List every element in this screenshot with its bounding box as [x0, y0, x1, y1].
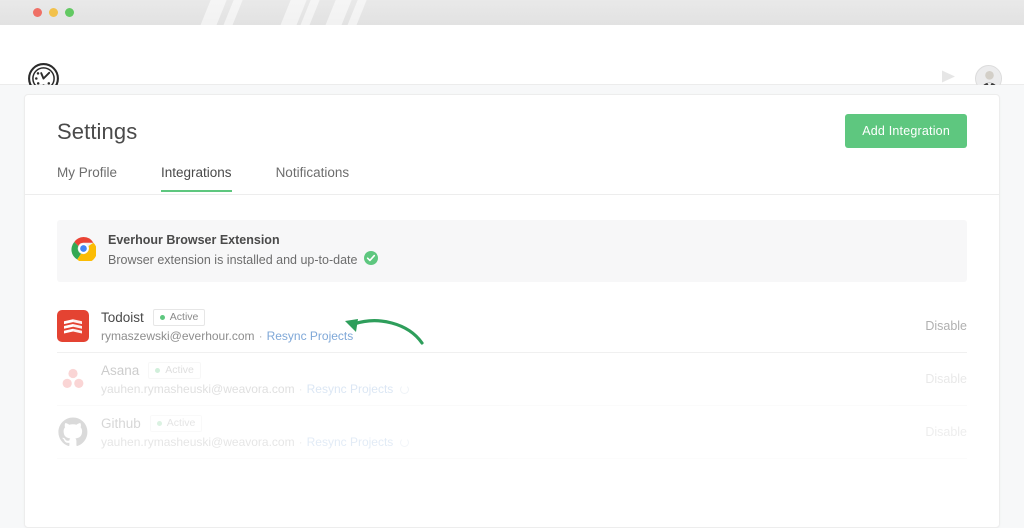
- integration-row-todoist: Todoist Active rymaszewski@everhour.com …: [57, 300, 967, 353]
- integration-name: Asana: [101, 363, 140, 378]
- integration-name: Github: [101, 416, 141, 431]
- window-maximize-button[interactable]: [65, 8, 74, 17]
- integration-name: Todoist: [101, 310, 144, 325]
- sync-spinner-icon: [400, 384, 410, 394]
- status-badge: Active: [148, 362, 201, 379]
- chrome-icon: [71, 236, 97, 266]
- extension-subtitle: Browser extension is installed and up-to…: [108, 253, 358, 267]
- disable-link[interactable]: Disable: [925, 319, 967, 333]
- asana-icon: [57, 363, 89, 395]
- resync-projects-link[interactable]: Resync Projects: [307, 382, 394, 396]
- status-dot-icon: [155, 367, 161, 373]
- integration-body: Asana Active yauhen.rymasheuski@weavora.…: [101, 362, 410, 396]
- integration-title-line: Todoist Active: [101, 309, 353, 326]
- extension-title: Everhour Browser Extension: [108, 233, 280, 247]
- integration-body: Todoist Active rymaszewski@everhour.com …: [101, 309, 353, 343]
- status-label: Active: [165, 364, 194, 376]
- check-circle-icon: [364, 251, 379, 270]
- integration-row-github: Github Active yauhen.rymasheuski@weavora…: [57, 406, 967, 459]
- resync-projects-link[interactable]: Resync Projects: [307, 435, 394, 449]
- browser-title-bar: [0, 0, 1024, 25]
- settings-tabs: My Profile Integrations Notifications: [57, 165, 999, 192]
- tab-notifications[interactable]: Notifications: [276, 165, 350, 192]
- extension-subtitle-row: Browser extension is installed and up-to…: [108, 251, 379, 270]
- page-title: Settings: [57, 119, 138, 144]
- disable-link[interactable]: Disable: [925, 425, 967, 439]
- extension-text-block: Everhour Browser Extension Browser exten…: [108, 232, 379, 270]
- status-label: Active: [169, 311, 199, 323]
- settings-card: Settings Add Integration My Profile Inte…: [24, 94, 1000, 528]
- status-dot-icon: [156, 420, 162, 426]
- resync-projects-link[interactable]: Resync Projects: [267, 329, 354, 343]
- tabs-divider: [25, 194, 999, 195]
- integration-account: yauhen.rymasheuski@weavora.com: [101, 382, 295, 396]
- integration-account: rymaszewski@everhour.com: [101, 329, 255, 343]
- integration-list: Todoist Active rymaszewski@everhour.com …: [57, 300, 967, 459]
- app-header: [0, 25, 1024, 94]
- separator: ·: [258, 329, 263, 343]
- integration-title-line: Asana Active: [101, 362, 409, 379]
- separator: ·: [298, 382, 303, 396]
- integration-subline: yauhen.rymasheuski@weavora.com · Resync …: [101, 382, 410, 396]
- todoist-icon: [57, 310, 89, 342]
- sync-spinner-icon: [400, 437, 410, 447]
- window-minimize-button[interactable]: [49, 8, 58, 17]
- integration-body: Github Active yauhen.rymasheuski@weavora…: [101, 415, 410, 449]
- integration-subline: rymaszewski@everhour.com · Resync Projec…: [101, 329, 353, 343]
- tab-my-profile[interactable]: My Profile: [57, 165, 117, 192]
- integration-row-asana: Asana Active yauhen.rymasheuski@weavora.…: [57, 353, 967, 406]
- add-integration-button[interactable]: Add Integration: [845, 114, 967, 148]
- separator: ·: [298, 435, 303, 449]
- status-badge: Active: [152, 309, 206, 326]
- github-icon: [57, 416, 89, 448]
- tab-integrations[interactable]: Integrations: [161, 165, 232, 192]
- window-close-button[interactable]: [33, 8, 42, 17]
- integration-account: yauhen.rymasheuski@weavora.com: [101, 435, 295, 449]
- status-dot-icon: [159, 314, 165, 320]
- status-label: Active: [166, 417, 196, 429]
- integration-title-line: Github Active: [101, 415, 409, 432]
- status-badge: Active: [149, 415, 203, 432]
- disable-link[interactable]: Disable: [925, 372, 967, 386]
- integration-subline: yauhen.rymasheuski@weavora.com · Resync …: [101, 435, 410, 449]
- browser-extension-banner: Everhour Browser Extension Browser exten…: [57, 220, 967, 282]
